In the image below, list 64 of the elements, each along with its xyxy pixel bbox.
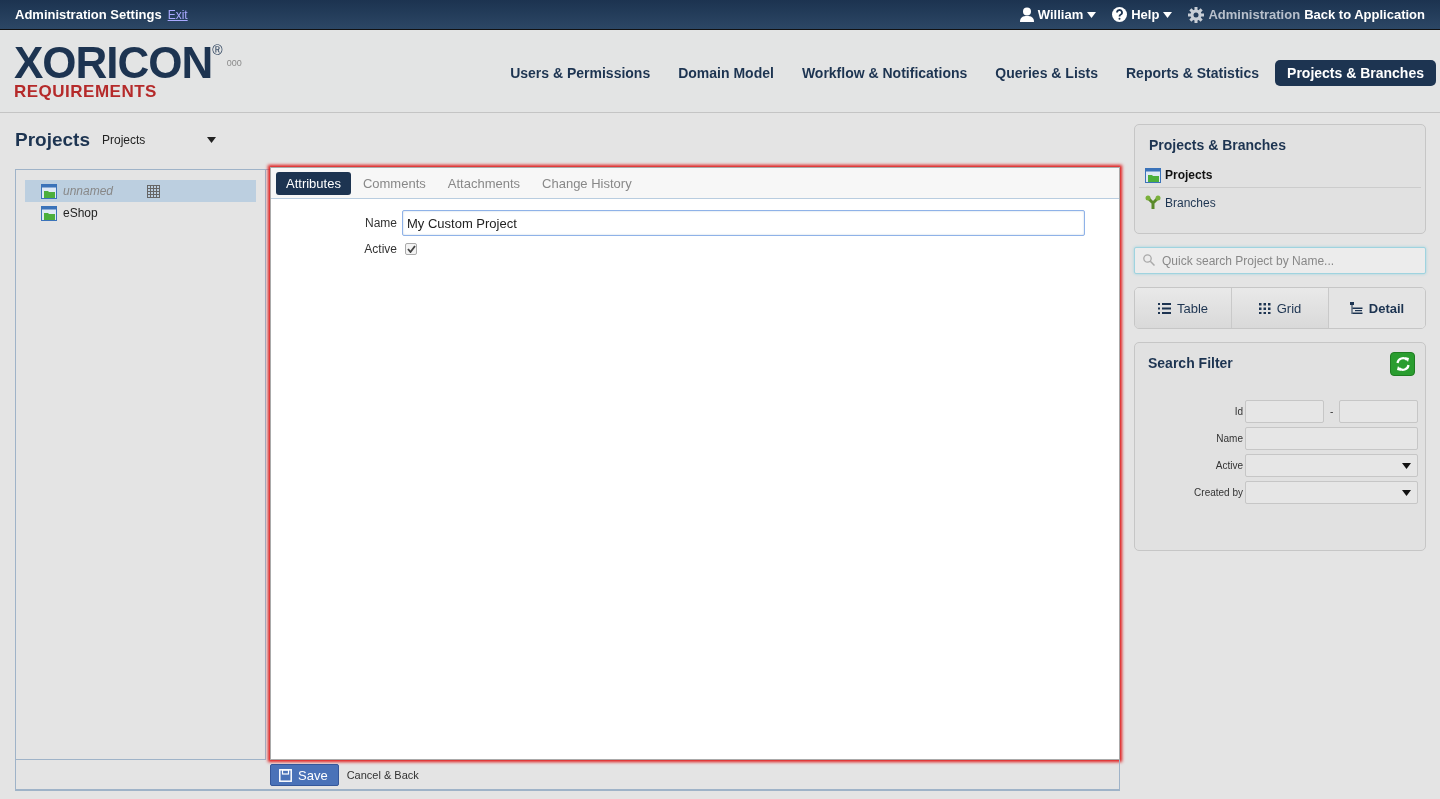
editor-tab[interactable]: Attributes [276, 172, 351, 195]
field-label: Active [363, 242, 397, 256]
nav-tab[interactable]: Workflow & Notifications [789, 60, 980, 86]
card-title: Projects & Branches [1149, 137, 1287, 153]
registered-mark: ® [212, 42, 223, 57]
settings-icon [1188, 6, 1205, 23]
help-icon [1112, 7, 1128, 22]
id-to-field[interactable] [1339, 400, 1419, 423]
card-title: Search Filter [1148, 355, 1233, 371]
help-menu[interactable]: Help [1112, 7, 1173, 22]
search-field[interactable]: Quick search Project by Name... [1134, 247, 1426, 274]
administration-link[interactable]: Administration [1188, 6, 1301, 23]
filter-label: Active [1214, 460, 1244, 471]
nav-tab[interactable]: Queries & Lists [983, 60, 1110, 86]
filter-label: Id [1233, 406, 1244, 417]
save-button[interactable]: Save [270, 764, 339, 786]
exit-link[interactable]: Exit [167, 7, 188, 22]
view-toggle[interactable]: Detail [1328, 288, 1425, 328]
list-icon [1157, 302, 1171, 314]
user-icon [1019, 7, 1034, 22]
logo-subtitle: REQUIREMENTS [14, 82, 158, 100]
search-icon [1143, 254, 1155, 266]
floppy-icon [279, 768, 292, 782]
caret-icon [207, 137, 216, 143]
caret-icon [1087, 11, 1097, 18]
cancel-link[interactable]: Cancel & Back [346, 768, 419, 781]
caret-icon [1402, 489, 1412, 496]
side-item[interactable]: Branches [1139, 187, 1421, 217]
nav-tab[interactable]: Projects & Branches [1275, 60, 1436, 86]
page-title: Projects [15, 129, 90, 151]
folder-icon [41, 183, 57, 199]
folder-icon [41, 205, 57, 221]
back-link[interactable]: Back to Application [1304, 7, 1425, 22]
refresh-icon [1394, 356, 1411, 372]
refresh-button[interactable] [1390, 352, 1415, 376]
tree-icon [1349, 301, 1363, 315]
view-toggle[interactable]: Table [1135, 288, 1231, 328]
side-item[interactable]: Projects [1139, 163, 1421, 187]
logo-name: XORICON [14, 42, 213, 83]
grid-icon [147, 184, 161, 198]
nav-tab[interactable]: Domain Model [666, 60, 786, 86]
grid-icon [1258, 302, 1271, 314]
view-toggle[interactable]: Grid [1231, 288, 1328, 328]
filter-label: Name [1215, 433, 1244, 444]
branch-icon [1145, 195, 1161, 210]
projects-dropdown[interactable]: Projects [102, 133, 216, 147]
tree-item[interactable]: eShop [25, 202, 256, 224]
name-field[interactable]: My Custom Project [402, 210, 1085, 236]
active-checkbox[interactable] [405, 243, 417, 255]
caret-icon [1402, 462, 1412, 469]
field-label: Name [364, 216, 397, 230]
filter-field[interactable] [1245, 427, 1419, 450]
user-menu[interactable]: William [1019, 7, 1097, 22]
id-from-field[interactable] [1245, 400, 1324, 423]
version-label: 000 [226, 58, 242, 68]
folder-icon [1145, 167, 1161, 183]
filter-label: Created by [1193, 487, 1244, 498]
caret-icon [1163, 11, 1173, 18]
nav-tab[interactable]: Users & Permissions [498, 60, 663, 86]
filter-dropdown[interactable] [1245, 454, 1419, 477]
window-title: Administration Settings [15, 7, 162, 22]
nav-tab[interactable]: Reports & Statistics [1114, 60, 1272, 86]
range-separator: - [1330, 406, 1334, 417]
filter-dropdown[interactable] [1245, 481, 1419, 504]
